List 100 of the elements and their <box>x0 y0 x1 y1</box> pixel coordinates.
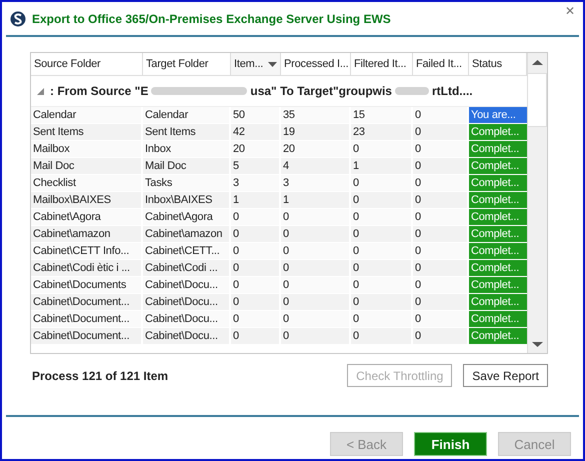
table-cell: Cabinet\Document... <box>31 328 143 345</box>
status-cell[interactable]: Complet... <box>469 209 527 226</box>
wizard-button[interactable]: Finish <box>414 432 487 456</box>
table-cell: 3 <box>281 175 351 192</box>
table-cell: 0 <box>281 209 351 226</box>
status-cell[interactable]: Complet... <box>469 243 527 260</box>
table-cell: 0 <box>351 175 413 192</box>
table-cell: Calendar <box>143 107 231 124</box>
table-cell: 0 <box>231 209 281 226</box>
table-cell: 0 <box>351 328 413 345</box>
group-header-text: : From Source "E <box>50 84 148 98</box>
table-cell: 0 <box>413 328 469 345</box>
table-cell: Cabinet\Docu... <box>143 277 231 294</box>
table-cell: 0 <box>351 141 413 158</box>
table-cell: 0 <box>413 277 469 294</box>
table-cell: Cabinet\Agora <box>31 209 143 226</box>
status-cell[interactable]: Complet... <box>469 328 527 345</box>
table-cell: 0 <box>351 209 413 226</box>
table-cell: 0 <box>231 277 281 294</box>
table-cell: 5 <box>231 158 281 175</box>
table-cell: 0 <box>231 311 281 328</box>
table-cell: Sent Items <box>143 124 231 141</box>
table-cell: Cabinet\Docu... <box>143 328 231 345</box>
sort-descending-icon <box>268 62 277 66</box>
table-cell: 0 <box>281 226 351 243</box>
table-cell: 0 <box>281 260 351 277</box>
expand-toggle-icon[interactable] <box>37 88 44 94</box>
table-cell: Cabinet\Agora <box>143 209 231 226</box>
table-cell: 4 <box>281 158 351 175</box>
table-cell: 20 <box>231 141 281 158</box>
window-title: Export to Office 365/On-Premises Exchange Server Using EWS <box>32 12 391 26</box>
column-header[interactable]: Item... <box>231 53 281 75</box>
status-cell[interactable]: Complet... <box>469 294 527 311</box>
group-header-text: usa" To Target"groupwis <box>250 84 392 98</box>
table-cell: Mailbox\BAIXES <box>31 192 143 209</box>
table-cell: 0 <box>413 226 469 243</box>
table-cell: 0 <box>231 294 281 311</box>
table-cell: 0 <box>351 311 413 328</box>
table-cell: Mail Doc <box>31 158 143 175</box>
table-cell: 19 <box>281 124 351 141</box>
table-cell: 0 <box>281 277 351 294</box>
column-header[interactable]: Failed It... <box>413 53 469 75</box>
status-cell[interactable]: Complet... <box>469 311 527 328</box>
table-cell: Cabinet\Document... <box>31 294 143 311</box>
status-cell[interactable]: Complet... <box>469 192 527 209</box>
table-cell: 0 <box>231 226 281 243</box>
column-header[interactable]: Processed I... <box>281 53 351 75</box>
table-cell: 50 <box>231 107 281 124</box>
table-cell: 0 <box>413 243 469 260</box>
column-header[interactable]: Filtered It... <box>351 53 413 75</box>
table-cell: Calendar <box>31 107 143 124</box>
table-cell: 0 <box>413 311 469 328</box>
table-cell: Cabinet\CETT... <box>143 243 231 260</box>
table-cell: 0 <box>413 158 469 175</box>
scrollbar[interactable] <box>527 53 547 353</box>
status-cell[interactable]: You are... <box>469 107 527 124</box>
table-cell: Cabinet\Documents <box>31 277 143 294</box>
table-cell: 23 <box>351 124 413 141</box>
column-header[interactable]: Source Folder <box>31 53 143 75</box>
table-cell: 0 <box>413 141 469 158</box>
table-cell: Cabinet\Codi ... <box>143 260 231 277</box>
table-cell: Checklist <box>31 175 143 192</box>
table-cell: Cabinet\amazon <box>143 226 231 243</box>
status-cell[interactable]: Complet... <box>469 141 527 158</box>
status-cell[interactable]: Complet... <box>469 260 527 277</box>
table-cell: 0 <box>351 294 413 311</box>
app-logo-icon <box>10 10 26 28</box>
table-cell: 35 <box>281 107 351 124</box>
table-cell: 3 <box>231 175 281 192</box>
table-cell: 0 <box>413 294 469 311</box>
table-cell: 0 <box>281 311 351 328</box>
table-cell: 1 <box>281 192 351 209</box>
table-cell: 0 <box>413 175 469 192</box>
table-cell: 15 <box>351 107 413 124</box>
scroll-thumb[interactable] <box>528 73 547 127</box>
table-cell: Sent Items <box>31 124 143 141</box>
status-cell[interactable]: Complet... <box>469 226 527 243</box>
table-cell: 20 <box>281 141 351 158</box>
group-header-text: rtLtd.... <box>432 84 473 98</box>
status-cell[interactable]: Complet... <box>469 175 527 192</box>
progress-text: Process 121 of 121 Item <box>32 368 168 382</box>
report-button[interactable]: Save Report <box>463 364 548 387</box>
table-cell: 0 <box>231 328 281 345</box>
table-cell: 0 <box>351 192 413 209</box>
table-cell: 0 <box>413 107 469 124</box>
status-cell[interactable]: Complet... <box>469 158 527 175</box>
table-cell: 0 <box>281 243 351 260</box>
table-cell: 0 <box>413 124 469 141</box>
status-cell[interactable]: Complet... <box>469 277 527 294</box>
table-cell: 0 <box>351 243 413 260</box>
table-cell: Inbox <box>143 141 231 158</box>
table-cell: Tasks <box>143 175 231 192</box>
status-cell[interactable]: Complet... <box>469 124 527 141</box>
table-cell: 0 <box>281 294 351 311</box>
table-cell: 0 <box>413 209 469 226</box>
table-cell: Cabinet\Docu... <box>143 294 231 311</box>
table-cell: Mailbox <box>31 141 143 158</box>
table-cell: 0 <box>231 243 281 260</box>
close-button[interactable]: ✕ <box>564 4 575 18</box>
table-cell: 0 <box>281 328 351 345</box>
